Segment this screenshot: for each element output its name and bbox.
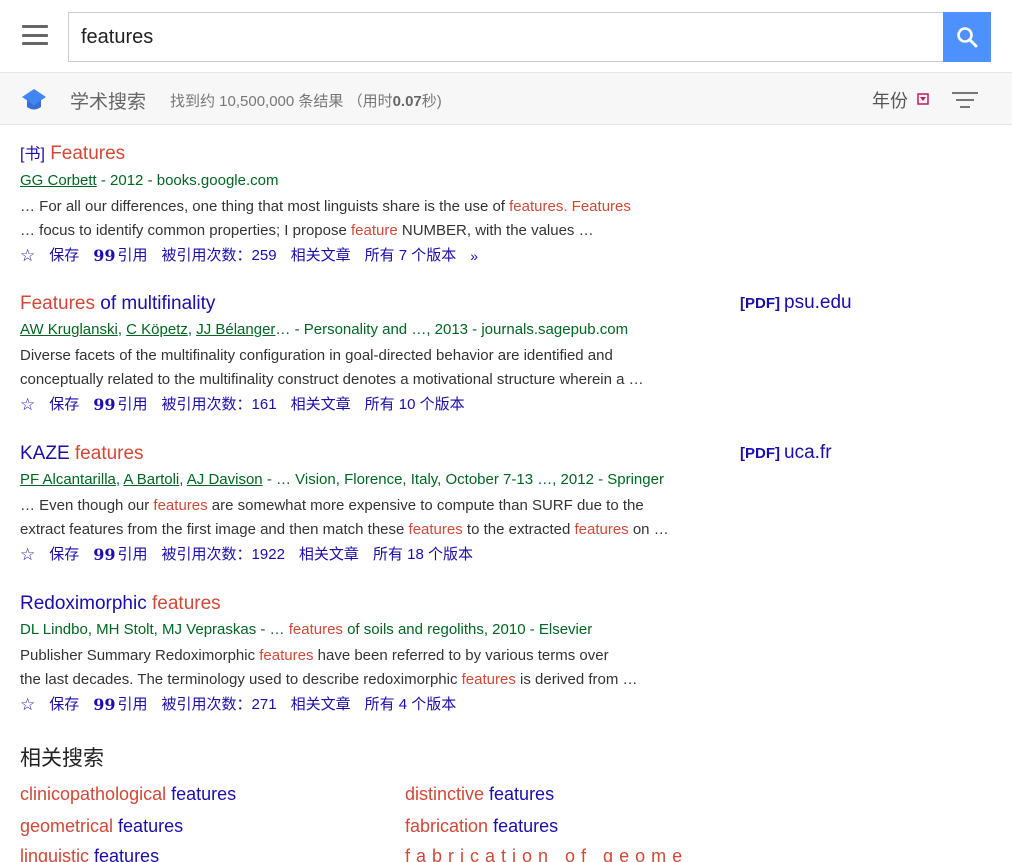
result-source: - … Vision, Florence, Italy, October 7-1… xyxy=(262,471,664,488)
result-stats: 找到约 10,500,000 条结果 （用时0.07秒) xyxy=(170,93,442,110)
related-articles-link[interactable]: 相关文章 xyxy=(291,394,351,416)
cite-icon[interactable]: 99 xyxy=(93,544,115,566)
results-header-bar: 学术搜索 找到约 10,500,000 条结果 （用时0.07秒) 年份 xyxy=(0,72,1012,125)
result-snippet: Publisher Summary Redoximorphic features… xyxy=(20,647,609,664)
all-versions-link[interactable]: 所有 7 个版本 xyxy=(365,245,457,267)
year-filter[interactable]: 年份 xyxy=(872,87,908,113)
result-actions: ☆ 保存 99 引用 被引用次数：161 相关文章 所有 10 个版本 xyxy=(20,394,760,416)
author-link[interactable]: AJ Davison xyxy=(187,471,263,488)
author-link[interactable]: GG Corbett xyxy=(20,172,97,189)
save-button[interactable]: 保存 xyxy=(49,394,79,416)
result-snippet-2: the last decades. The terminology used t… xyxy=(20,671,638,688)
top-bar xyxy=(0,0,1012,72)
save-button[interactable]: 保存 xyxy=(49,694,79,716)
related-searches-title: 相关搜索 xyxy=(20,747,104,770)
cite-button[interactable]: 引用 xyxy=(118,694,148,716)
result-item: Redoximorphic features DL Lindbo, MH Sto… xyxy=(20,592,760,716)
scholar-logo-icon[interactable] xyxy=(20,85,48,113)
result-title-link[interactable]: Features xyxy=(50,143,125,164)
result-item: [书] Features GG Corbett - 2012 - books.g… xyxy=(20,142,760,267)
cite-icon[interactable]: 99 xyxy=(93,394,115,416)
all-versions-link[interactable]: 所有 18 个版本 xyxy=(373,544,473,566)
search-icon xyxy=(957,27,978,48)
result-snippet-2: extract features from the first image an… xyxy=(20,521,669,538)
related-search-link[interactable]: fabrication features xyxy=(405,816,558,837)
related-articles-link[interactable]: 相关文章 xyxy=(291,694,351,716)
cite-button[interactable]: 引用 xyxy=(118,245,148,267)
related-search-link[interactable]: distinctive features xyxy=(405,784,554,805)
result-snippet: … Even though our features are somewhat … xyxy=(20,497,644,514)
star-icon[interactable]: ☆ xyxy=(20,544,35,566)
result-snippet-2: … focus to identify common properties; I… xyxy=(20,222,594,239)
result-title-rest[interactable]: of multifinality xyxy=(95,293,215,314)
pdf-link[interactable]: [PDF] uca.fr xyxy=(740,442,832,464)
author-link[interactable]: AW Kruglanski xyxy=(20,321,118,338)
result-title-link[interactable]: features xyxy=(152,593,221,614)
related-search-link[interactable]: fabrication of geome xyxy=(405,846,688,862)
related-search-link[interactable]: clinicopathological features xyxy=(20,784,236,805)
cited-by-link[interactable]: 被引用次数：161 xyxy=(162,394,277,416)
result-title-rest[interactable]: KAZE xyxy=(20,443,75,464)
result-actions: ☆ 保存 99 引用 被引用次数：259 相关文章 所有 7 个版本 » xyxy=(20,245,760,267)
result-item: KAZE features PF Alcantarilla, A Bartoli… xyxy=(20,442,760,566)
result-item: Features of multifinality AW Kruglanski,… xyxy=(20,292,760,416)
save-button[interactable]: 保存 xyxy=(49,544,79,566)
year-dropdown-icon[interactable] xyxy=(917,93,929,105)
result-actions: ☆ 保存 99 引用 被引用次数：1922 相关文章 所有 18 个版本 xyxy=(20,544,760,566)
cite-button[interactable]: 引用 xyxy=(118,394,148,416)
all-versions-link[interactable]: 所有 4 个版本 xyxy=(365,694,457,716)
related-search-link[interactable]: linguistic features xyxy=(20,846,159,862)
save-button[interactable]: 保存 xyxy=(49,245,79,267)
cite-icon[interactable]: 99 xyxy=(93,694,115,716)
result-title-link[interactable]: features xyxy=(75,443,144,464)
result-source: - 2012 - books.google.com xyxy=(96,172,279,189)
pdf-link[interactable]: [PDF] psu.edu xyxy=(740,292,852,314)
related-articles-link[interactable]: 相关文章 xyxy=(299,544,359,566)
star-icon[interactable]: ☆ xyxy=(20,394,35,416)
author-link[interactable]: JJ Bélanger xyxy=(196,321,275,338)
cited-by-link[interactable]: 被引用次数：271 xyxy=(162,694,277,716)
all-versions-link[interactable]: 所有 10 个版本 xyxy=(365,394,465,416)
author-link[interactable]: A Bartoli xyxy=(123,471,179,488)
result-source: DL Lindbo, MH Stolt, MJ Vepraskas - … fe… xyxy=(20,621,593,638)
cite-button[interactable]: 引用 xyxy=(118,544,148,566)
result-actions: ☆ 保存 99 引用 被引用次数：271 相关文章 所有 4 个版本 xyxy=(20,694,760,716)
result-title-rest[interactable]: Redoximorphic xyxy=(20,593,152,614)
cite-icon[interactable]: 99 xyxy=(93,245,115,267)
related-articles-link[interactable]: 相关文章 xyxy=(291,245,351,267)
result-snippet: Diverse facets of the multifinality conf… xyxy=(20,347,613,364)
result-title-link[interactable]: Features xyxy=(20,293,95,314)
result-type-tag: [书] xyxy=(20,146,45,163)
star-icon[interactable]: ☆ xyxy=(20,694,35,716)
menu-icon[interactable] xyxy=(20,22,50,48)
scholar-label: 学术搜索 xyxy=(70,92,147,113)
cited-by-link[interactable]: 被引用次数：259 xyxy=(162,245,277,267)
result-snippet-2: conceptually related to the multifinalit… xyxy=(20,371,644,388)
search-input[interactable] xyxy=(68,12,944,62)
search-button[interactable] xyxy=(943,12,991,62)
author-link[interactable]: C Köpetz xyxy=(126,321,188,338)
result-snippet: … For all our differences, one thing tha… xyxy=(20,198,631,215)
related-search-link[interactable]: geometrical features xyxy=(20,816,183,837)
more-icon[interactable]: » xyxy=(470,245,478,267)
star-icon[interactable]: ☆ xyxy=(20,245,35,267)
author-link[interactable]: PF Alcantarilla xyxy=(20,471,116,488)
filter-icon[interactable] xyxy=(950,87,980,113)
cited-by-link[interactable]: 被引用次数：1922 xyxy=(162,544,285,566)
result-source: … - Personality and …, 2013 - journals.s… xyxy=(275,321,629,338)
